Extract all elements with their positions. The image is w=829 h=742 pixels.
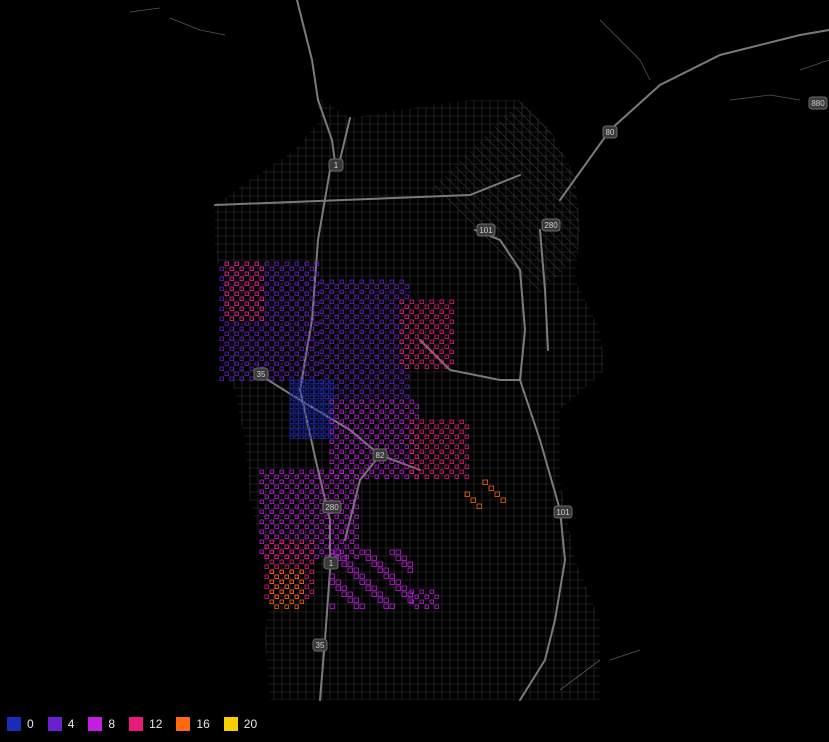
- legend-item-20: 20: [223, 716, 258, 731]
- map-svg: 1 101 280 80 880 35 82 280 1 35 101: [129, 0, 829, 701]
- map-canvas[interactable]: 1 101 280 80 880 35 82 280 1 35 101: [0, 0, 829, 705]
- highway-shield-icon: 280: [322, 500, 342, 514]
- legend-label: 12: [149, 716, 163, 731]
- legend-item-8: 8: [88, 716, 116, 731]
- svg-text:880: 880: [811, 99, 825, 108]
- highway-shield-icon: 101: [553, 505, 573, 519]
- legend-swatch: [7, 716, 21, 731]
- svg-text:101: 101: [479, 226, 493, 235]
- highway-shield-icon: 101: [476, 223, 496, 237]
- highway-shield-icon: 80: [602, 125, 618, 139]
- legend-label: 4: [67, 716, 75, 731]
- legend-label: 8: [108, 716, 116, 731]
- highway-shield-icon: 280: [541, 218, 561, 232]
- svg-text:101: 101: [556, 508, 570, 517]
- heat-layer: [219, 261, 506, 609]
- svg-text:35: 35: [257, 370, 266, 379]
- legend-item-4: 4: [47, 716, 75, 731]
- highway-shield-icon: 35: [253, 367, 269, 381]
- svg-text:1: 1: [334, 161, 339, 170]
- highway-shield-icon: 1: [328, 158, 344, 172]
- svg-text:82: 82: [376, 451, 385, 460]
- legend-item-12: 12: [129, 716, 163, 731]
- legend-swatch: [47, 716, 62, 731]
- legend-swatch: [223, 716, 238, 731]
- highway-shield-icon: 1: [323, 556, 339, 570]
- legend-item-16: 16: [176, 716, 210, 731]
- highway-shield-icon: 35: [312, 638, 328, 652]
- svg-text:1: 1: [329, 559, 334, 568]
- legend-label: 16: [196, 716, 210, 731]
- svg-text:280: 280: [325, 503, 339, 512]
- legend-label: 0: [27, 716, 34, 731]
- legend: 0 4 8 12 16 20: [0, 705, 829, 742]
- legend-item-0: 0: [7, 716, 34, 731]
- legend-label: 20: [243, 716, 258, 731]
- svg-text:280: 280: [544, 221, 558, 230]
- legend-swatch: [88, 716, 103, 731]
- svg-text:80: 80: [606, 128, 615, 137]
- legend-swatch: [129, 716, 144, 731]
- legend-swatch: [176, 716, 191, 731]
- svg-text:35: 35: [316, 641, 325, 650]
- highway-shield-icon: 82: [372, 448, 388, 462]
- highway-shield-icon: 880: [808, 96, 828, 110]
